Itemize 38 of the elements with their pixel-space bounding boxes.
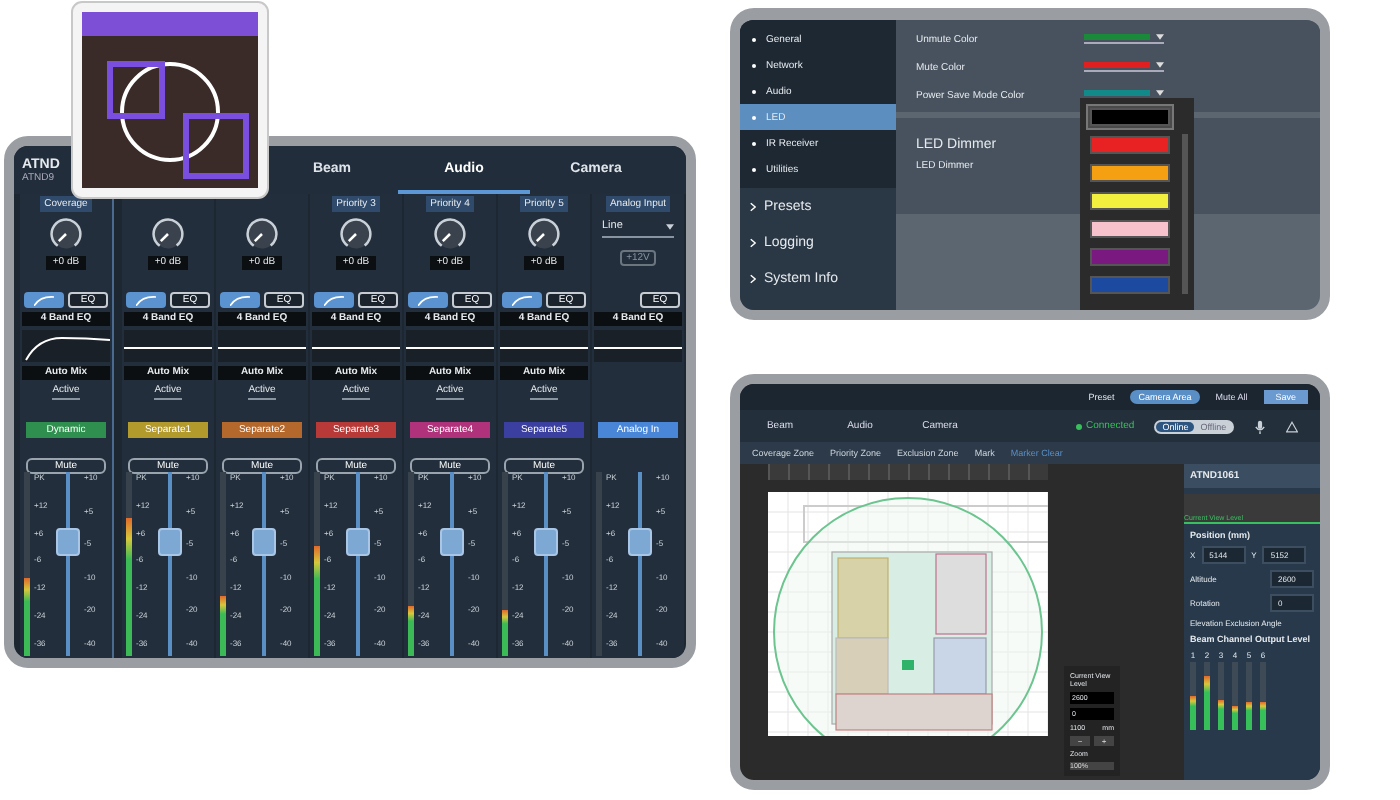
status-dot bbox=[1076, 423, 1082, 429]
scrollbar[interactable] bbox=[1182, 134, 1188, 294]
gain-knob[interactable] bbox=[48, 216, 84, 252]
filter-button[interactable] bbox=[408, 292, 448, 308]
fader-handle[interactable] bbox=[534, 527, 558, 556]
filter-button[interactable] bbox=[314, 292, 354, 308]
curve-icon bbox=[512, 295, 532, 305]
fader-handle[interactable] bbox=[346, 527, 370, 556]
filter-button[interactable] bbox=[502, 292, 542, 308]
chevron-icon bbox=[750, 201, 756, 211]
gain-knob[interactable] bbox=[150, 216, 186, 252]
gain-knob[interactable] bbox=[338, 216, 374, 252]
app-icon bbox=[70, 0, 270, 200]
curve-icon bbox=[136, 295, 156, 305]
fader-handle[interactable] bbox=[56, 527, 80, 556]
curve-icon bbox=[418, 295, 438, 305]
caret-icon bbox=[666, 223, 674, 229]
color-select[interactable] bbox=[1084, 34, 1164, 44]
curve-icon bbox=[324, 295, 344, 305]
curve-icon bbox=[230, 295, 250, 305]
filter-button[interactable] bbox=[24, 292, 64, 308]
fader-handle[interactable] bbox=[158, 527, 182, 556]
color-select[interactable] bbox=[1084, 62, 1164, 72]
fader-handle[interactable] bbox=[628, 527, 652, 556]
filter-button[interactable] bbox=[220, 292, 260, 308]
curve-icon bbox=[34, 295, 54, 305]
fader-handle[interactable] bbox=[440, 527, 464, 556]
gain-knob[interactable] bbox=[244, 216, 280, 252]
caret-icon bbox=[1156, 34, 1164, 40]
microphone-icon[interactable] bbox=[1254, 419, 1267, 433]
chevron-icon bbox=[750, 273, 756, 283]
filter-button[interactable] bbox=[126, 292, 166, 308]
warning-icon[interactable] bbox=[1286, 419, 1299, 433]
caret-icon bbox=[1156, 62, 1164, 68]
fader-handle[interactable] bbox=[252, 527, 276, 556]
gain-knob[interactable] bbox=[432, 216, 468, 252]
gain-knob[interactable] bbox=[526, 216, 562, 252]
chevron-icon bbox=[750, 237, 756, 247]
